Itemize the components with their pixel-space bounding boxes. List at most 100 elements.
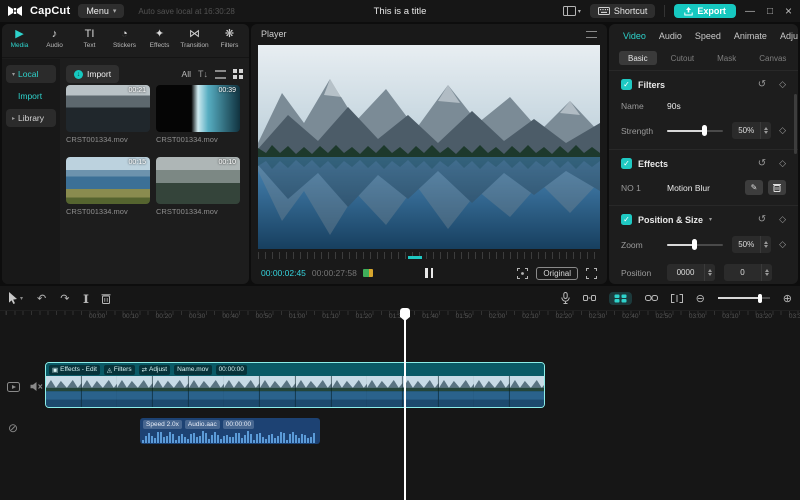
- panel-tab[interactable]: ⋈ Transition: [177, 24, 212, 57]
- split-view-icon[interactable]: [671, 294, 683, 303]
- media-thumbnail[interactable]: 00:21: [66, 85, 150, 132]
- stepper-icon[interactable]: [704, 264, 715, 281]
- stepper-icon[interactable]: [760, 122, 771, 139]
- panel-tab[interactable]: ❋ Filters: [212, 24, 247, 57]
- inspector-tab[interactable]: Adjust: [780, 31, 798, 41]
- video-clip[interactable]: ▣ Effects - Edit ◬ Filters ⇄ Adjust Name…: [45, 362, 545, 408]
- reset-icon[interactable]: ↺: [758, 79, 766, 90]
- overlap-mode-icon[interactable]: [583, 294, 596, 302]
- delete-button[interactable]: [101, 293, 111, 304]
- panel-tab[interactable]: ▶ Media: [2, 24, 37, 57]
- timeline-toolbar: ▾ ↶ ↷ ][ ⊖ ⊕: [0, 286, 800, 311]
- inspector-tab[interactable]: Animate: [734, 31, 767, 41]
- player-scrub-ruler[interactable]: [258, 252, 600, 259]
- inspector-tab[interactable]: Speed: [695, 31, 721, 41]
- sidebar-item[interactable]: ▾ Local: [6, 65, 56, 83]
- collapse-icon[interactable]: ▾: [709, 216, 712, 223]
- zoom-slider[interactable]: [667, 244, 723, 246]
- audio-clip[interactable]: Speed 2.0x Audio.aac 00:00:00: [140, 418, 320, 444]
- export-button[interactable]: Export: [674, 4, 736, 18]
- keyframe-icon[interactable]: ◇: [779, 239, 786, 250]
- panel-tab-label: Effects: [150, 42, 170, 49]
- position-size-checkbox[interactable]: ✓: [621, 214, 632, 225]
- fit-screen-icon[interactable]: [517, 268, 528, 279]
- caret-icon: ▾: [12, 71, 15, 78]
- list-view-icon[interactable]: [215, 70, 226, 79]
- inspector-subtab[interactable]: Mask: [708, 51, 745, 65]
- inspector-subtab[interactable]: Basic: [619, 51, 657, 65]
- inspector-subtab[interactable]: Cutout: [662, 51, 704, 65]
- delete-effect-button[interactable]: [768, 180, 786, 195]
- keyframe-icon[interactable]: ◇: [779, 214, 786, 225]
- undo-button[interactable]: ↶: [37, 292, 46, 305]
- reset-icon[interactable]: ↺: [758, 214, 766, 225]
- scale-dropdown[interactable]: Original: [536, 267, 578, 280]
- sort-icon[interactable]: T↓: [198, 69, 208, 79]
- close-icon[interactable]: ×: [785, 4, 792, 18]
- import-button[interactable]: ↓ Import: [66, 65, 119, 83]
- position-y-box[interactable]: 0: [724, 264, 772, 281]
- minimize-icon[interactable]: —: [745, 6, 755, 17]
- keyframe-marks: [408, 256, 422, 259]
- video-preview[interactable]: [258, 45, 600, 249]
- redo-button[interactable]: ↷: [60, 292, 69, 305]
- keyframe-icon[interactable]: ◇: [779, 125, 786, 136]
- filter-all-dropdown[interactable]: All: [182, 69, 191, 79]
- filters-checkbox[interactable]: ✓: [621, 79, 632, 90]
- magnet-icon[interactable]: [609, 292, 632, 305]
- pause-button[interactable]: [425, 268, 433, 278]
- sidebar-item[interactable]: ▸ Library: [6, 109, 56, 127]
- import-label: Import: [87, 69, 111, 79]
- zoom-value-box[interactable]: 50%: [732, 236, 771, 253]
- video-track-mute-icon[interactable]: [30, 381, 43, 392]
- zoom-in-icon[interactable]: ⊕: [783, 292, 792, 305]
- layout-panels-icon[interactable]: ▾: [563, 6, 581, 16]
- inspector-tab[interactable]: Video: [623, 31, 646, 41]
- strength-slider[interactable]: [667, 130, 723, 132]
- panel-tab[interactable]: TI Text: [72, 24, 107, 57]
- zoom-out-icon[interactable]: ⊖: [696, 292, 705, 305]
- shortcut-button[interactable]: Shortcut: [590, 4, 656, 18]
- panel-tab[interactable]: ✦ Effects: [142, 24, 177, 57]
- inspector-subtab[interactable]: Canvas: [750, 51, 795, 65]
- maximize-icon[interactable]: □: [767, 6, 773, 17]
- scrollbar[interactable]: [794, 94, 797, 154]
- stepper-icon[interactable]: [760, 236, 771, 253]
- clip-badge[interactable]: ⇄ Adjust: [139, 365, 171, 375]
- clip-badge[interactable]: ▣ Effects - Edit: [49, 365, 100, 375]
- media-thumbnail[interactable]: 00:10: [156, 157, 240, 204]
- menu-button[interactable]: Menu ▾: [78, 4, 124, 18]
- timeline-zoom-slider[interactable]: [718, 297, 770, 299]
- panel-tab[interactable]: ◔ Stickers: [107, 24, 142, 57]
- strength-value-box[interactable]: 50%: [732, 122, 771, 139]
- panel-tab[interactable]: ♪ Audio: [37, 24, 72, 57]
- reset-icon[interactable]: ↺: [758, 158, 766, 169]
- fullscreen-icon[interactable]: [586, 268, 597, 279]
- player-menu-icon[interactable]: [586, 31, 597, 38]
- media-thumbnail[interactable]: 00:15: [66, 157, 150, 204]
- keyframe-icon[interactable]: ◇: [779, 158, 786, 169]
- split-button[interactable]: ][: [83, 293, 87, 303]
- keyframe-icon[interactable]: ◇: [779, 79, 786, 90]
- filter-name-label: Name: [621, 101, 667, 111]
- export-label: Export: [697, 6, 726, 16]
- stepper-icon[interactable]: [761, 264, 772, 281]
- media-thumbnail[interactable]: 00:39: [156, 85, 240, 132]
- grid-view-icon[interactable]: [233, 69, 243, 79]
- panel-tab-label: Audio: [46, 42, 63, 49]
- effects-section: ✓ Effects ↺ ◇ NO 1 Motion Blur ✎: [609, 149, 798, 205]
- menu-label: Menu: [86, 6, 109, 16]
- effects-checkbox[interactable]: ✓: [621, 158, 632, 169]
- inspector-tab[interactable]: Audio: [659, 31, 682, 41]
- video-track-toggle-icon[interactable]: [7, 382, 20, 392]
- media-panel: ▶ Media ♪ Audio TI Text ◔ Stickers ✦ Eff…: [2, 24, 249, 284]
- record-voiceover-button[interactable]: [561, 292, 570, 304]
- edit-effect-button[interactable]: ✎: [745, 180, 763, 195]
- link-clips-icon[interactable]: [645, 294, 658, 302]
- clip-badge[interactable]: ◬ Filters: [104, 365, 135, 375]
- position-x-box[interactable]: 0000: [667, 264, 715, 281]
- audio-track-mute-icon[interactable]: ⊘: [8, 421, 18, 435]
- sidebar-item[interactable]: Import: [6, 87, 56, 105]
- select-tool-button[interactable]: ▾: [8, 292, 23, 304]
- audio-filename: Audio.aac: [185, 420, 220, 429]
